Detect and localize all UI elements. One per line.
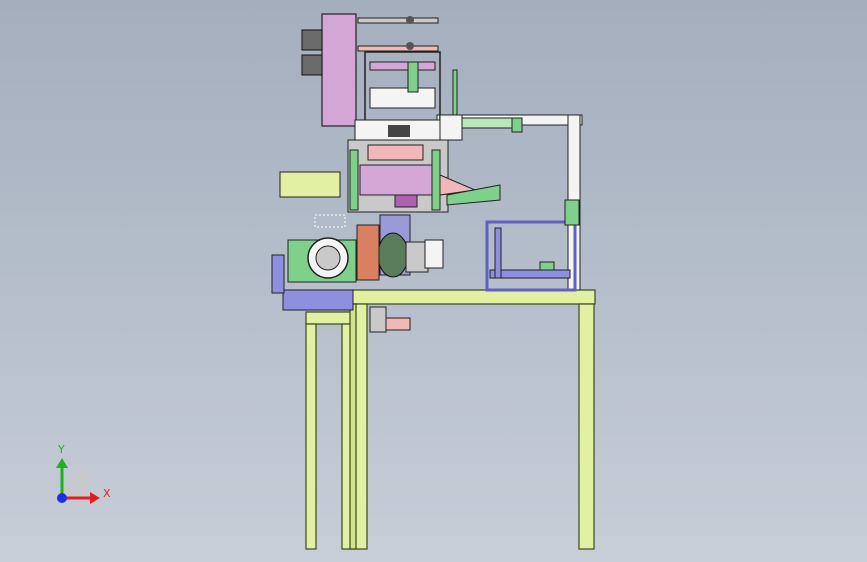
x-axis-label: X bbox=[103, 487, 111, 500]
y-axis-label: Y bbox=[57, 443, 65, 456]
z-axis-dot bbox=[57, 493, 67, 503]
triad-quadrant bbox=[62, 470, 90, 498]
x-axis-arrowhead bbox=[90, 492, 100, 504]
cad-viewport[interactable]: Y X bbox=[0, 0, 867, 562]
axis-triad: Y X bbox=[56, 443, 111, 504]
y-axis-arrowhead bbox=[56, 458, 68, 468]
